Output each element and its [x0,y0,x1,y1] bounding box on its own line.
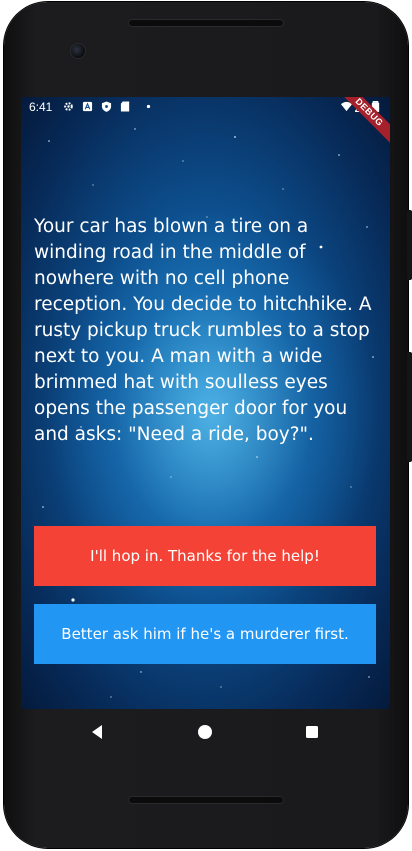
star [42,506,44,508]
star [140,671,142,673]
home-icon[interactable] [196,723,214,741]
navigation-bar [21,709,390,755]
star [234,136,236,138]
dot-icon [146,104,151,109]
star [48,140,50,142]
recents-icon[interactable] [303,723,321,741]
gear-icon [64,102,73,111]
star [182,160,184,162]
volume-button [407,352,412,462]
back-icon[interactable] [89,723,107,741]
story-text: Your car has blown a tire on a winding r… [34,216,372,445]
choice-2-button[interactable]: Better ask him if he's a murderer first. [34,604,376,664]
star [282,188,284,190]
star [134,128,136,130]
star [368,676,370,678]
star [256,456,258,458]
choice-1-button[interactable]: I'll hop in. Thanks for the help! [34,526,376,586]
a-box-icon [82,101,93,112]
power-button [407,210,412,280]
shield-icon [101,101,112,112]
star [220,686,222,688]
status-bar: 6:41 [21,97,390,119]
sd-card-icon [120,101,130,112]
star [110,696,112,698]
star [92,184,94,186]
star [338,154,340,156]
status-time: 6:41 [29,100,53,114]
app-screen: 6:41 DEBUG Your car has blown a tire on … [21,97,390,709]
top-speaker [128,19,284,27]
star [170,476,172,478]
front-camera [70,43,86,59]
star [350,486,352,488]
bottom-speaker [128,796,284,804]
star [71,598,75,602]
